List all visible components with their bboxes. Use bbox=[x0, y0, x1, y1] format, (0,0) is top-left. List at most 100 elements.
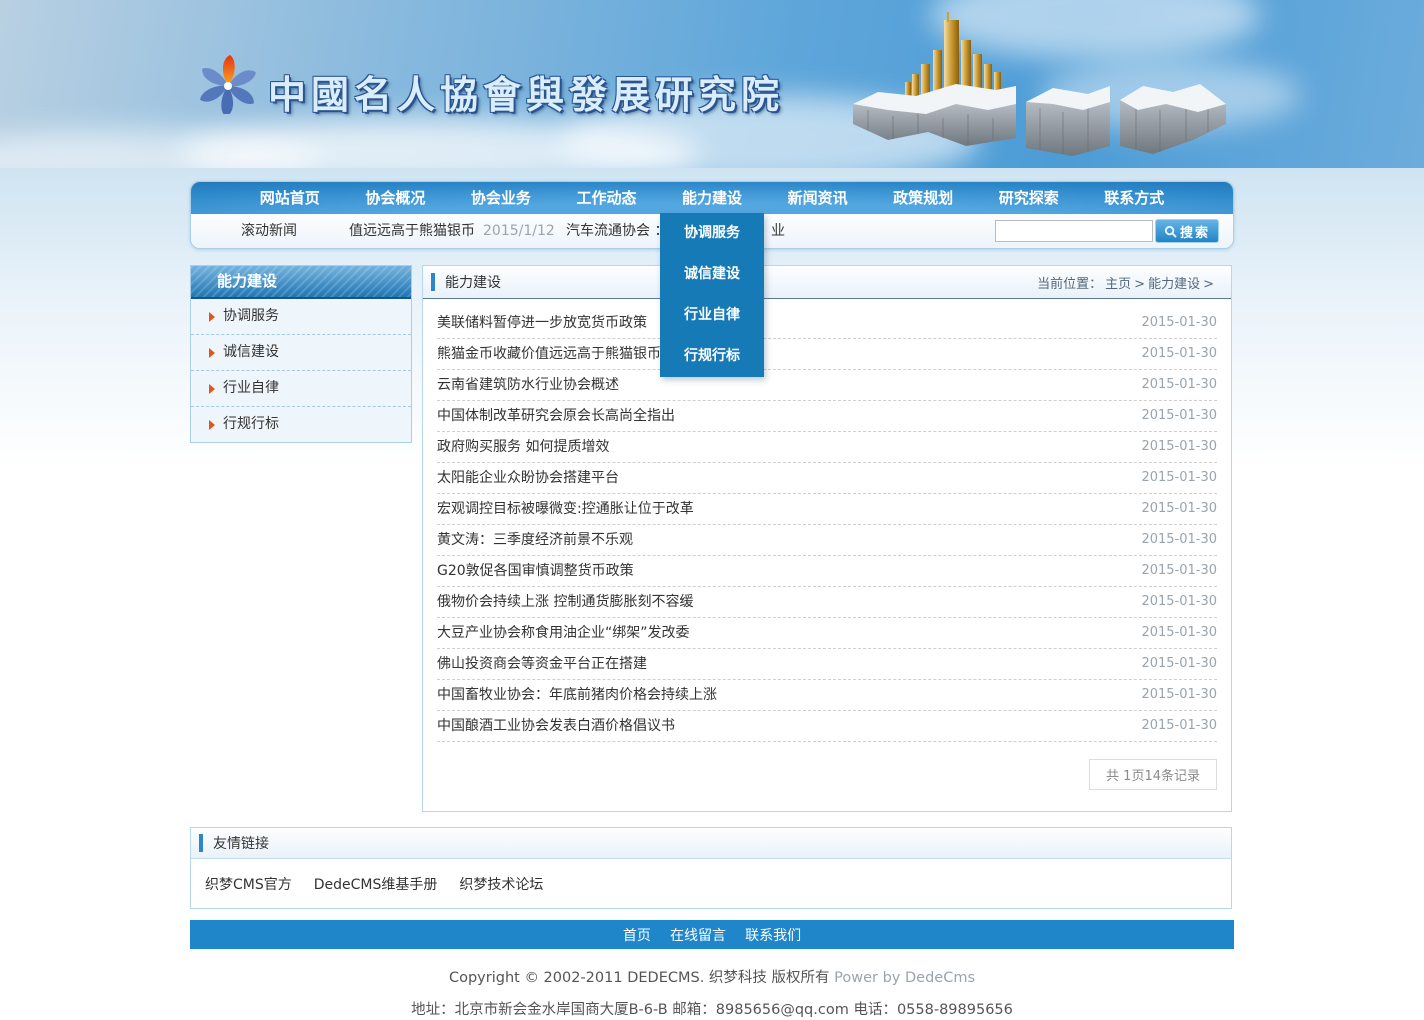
sidebar-menu-item[interactable]: 协调服务 bbox=[191, 299, 411, 335]
friend-link[interactable]: 织梦技术论坛 bbox=[459, 874, 543, 894]
article-link[interactable]: 云南省建筑防水行业协会概述 bbox=[437, 370, 619, 400]
nav-item[interactable]: 工作动态 bbox=[554, 182, 660, 214]
friend-links-header: 友情链接 bbox=[191, 828, 1231, 859]
nav-item[interactable]: 能力建设 bbox=[659, 182, 765, 214]
breadcrumb-label: 当前位置： bbox=[1037, 277, 1102, 292]
article-date: 2015-01-30 bbox=[1141, 308, 1217, 338]
article-link[interactable]: 美联储料暂停进一步放宽货币政策 bbox=[437, 308, 647, 338]
article-date: 2015-01-30 bbox=[1141, 432, 1217, 462]
friend-link[interactable]: 织梦CMS官方 bbox=[205, 874, 292, 894]
article-row: 宏观调控目标被曝微变:控通胀让位于改革 2015-01-30 bbox=[437, 494, 1217, 525]
article-date: 2015-01-30 bbox=[1141, 401, 1217, 431]
sidebar-menu-item-label: 协调服务 bbox=[223, 299, 279, 334]
article-date: 2015-01-30 bbox=[1141, 618, 1217, 648]
footer-nav-link[interactable]: 在线留言 bbox=[670, 928, 726, 944]
article-link[interactable]: 俄物价会持续上涨 控制通货膨胀刻不容缓 bbox=[437, 587, 693, 617]
dropdown-menu-item[interactable]: 行规行标 bbox=[660, 336, 764, 377]
sidebar-title: 能力建设 bbox=[191, 266, 411, 299]
article-date: 2015-01-30 bbox=[1141, 370, 1217, 400]
article-link[interactable]: 中国畜牧业协会：年底前猪肉价格会持续上涨 bbox=[437, 680, 717, 710]
dropdown-menu-item[interactable]: 行业自律 bbox=[660, 295, 764, 336]
search-button-label: 搜索 bbox=[1180, 222, 1210, 241]
copyright-text: Copyright © 2002-2011 DEDECMS. 织梦科技 版权所有 bbox=[449, 970, 830, 986]
nav-item[interactable]: 网站首页 bbox=[237, 182, 343, 214]
nav-item[interactable]: 研究探索 bbox=[976, 182, 1082, 214]
article-date: 2015-01-30 bbox=[1141, 339, 1217, 369]
article-date: 2015-01-30 bbox=[1141, 649, 1217, 679]
sidebar-menu-item[interactable]: 行规行标 bbox=[191, 407, 411, 442]
footer-nav-link[interactable]: 首页 bbox=[623, 928, 651, 944]
ticker-news-date-1: 2015/1/12 bbox=[483, 223, 555, 239]
article-row: 熊猫金币收藏价值远远高于熊猫银币 2015-01-30 bbox=[437, 339, 1217, 370]
main-panel: 能力建设 当前位置：主页>能力建设> 美联储料暂停进一步放宽货币政策 2015-… bbox=[422, 265, 1232, 812]
article-row: 中国酿酒工业协会发表白酒价格倡议书 2015-01-30 bbox=[437, 711, 1217, 742]
arrow-right-icon bbox=[209, 312, 215, 322]
article-date: 2015-01-30 bbox=[1141, 680, 1217, 710]
article-link[interactable]: 黄文涛：三季度经济前景不乐观 bbox=[437, 525, 633, 555]
pagination: 共 1页14条记录 bbox=[423, 759, 1217, 790]
article-link[interactable]: 佛山投资商会等资金平台正在搭建 bbox=[437, 649, 647, 679]
nav-item[interactable]: 协会概况 bbox=[343, 182, 449, 214]
address-line: 地址：北京市新会金水岸国商大厦B-6-B 邮箱：8985656@qq.com 电… bbox=[0, 998, 1424, 1019]
header-accent-bar bbox=[199, 834, 203, 852]
friend-links-row: 织梦CMS官方 DedeCMS维基手册 织梦技术论坛 bbox=[191, 859, 1231, 908]
section-title: 能力建设 bbox=[445, 272, 501, 292]
site-logo-pinwheel-icon bbox=[196, 50, 260, 114]
sidebar-menu-item[interactable]: 诚信建设 bbox=[191, 335, 411, 371]
footer-nav-link[interactable]: 联系我们 bbox=[745, 928, 801, 944]
article-row: 云南省建筑防水行业协会概述 2015-01-30 bbox=[437, 370, 1217, 401]
friend-links-panel: 友情链接 织梦CMS官方 DedeCMS维基手册 织梦技术论坛 bbox=[190, 827, 1232, 909]
article-link[interactable]: 熊猫金币收藏价值远远高于熊猫银币 bbox=[437, 339, 661, 369]
breadcrumb-current-link[interactable]: 能力建设 bbox=[1148, 277, 1200, 292]
breadcrumb-home-link[interactable]: 主页 bbox=[1105, 277, 1131, 292]
article-date: 2015-01-30 bbox=[1141, 494, 1217, 524]
pagination-summary: 共 1页14条记录 bbox=[1089, 759, 1217, 790]
article-row: 大豆产业协会称食用油企业“绑架”发改委 2015-01-30 bbox=[437, 618, 1217, 649]
main-panel-header: 能力建设 当前位置：主页>能力建设> bbox=[423, 266, 1231, 299]
article-row: 中国体制改革研究会原会长高尚全指出 2015-01-30 bbox=[437, 401, 1217, 432]
ticker-label: 滚动新闻 bbox=[241, 214, 297, 248]
article-link[interactable]: 大豆产业协会称食用油企业“绑架”发改委 bbox=[437, 618, 690, 648]
article-date: 2015-01-30 bbox=[1141, 556, 1217, 586]
nav-item[interactable]: 政策规划 bbox=[870, 182, 976, 214]
ticker-news-link-2[interactable]: 汽车流通协会 ： bbox=[566, 214, 668, 248]
search-box: 搜索 bbox=[995, 219, 1219, 243]
dropdown-menu-item[interactable]: 诚信建设 bbox=[660, 254, 764, 295]
friend-links-title: 友情链接 bbox=[213, 833, 269, 853]
article-link[interactable]: 宏观调控目标被曝微变:控通胀让位于改革 bbox=[437, 494, 694, 524]
article-row: 佛山投资商会等资金平台正在搭建 2015-01-30 bbox=[437, 649, 1217, 680]
article-link[interactable]: 中国体制改革研究会原会长高尚全指出 bbox=[437, 401, 675, 431]
article-link[interactable]: 太阳能企业众盼协会搭建平台 bbox=[437, 463, 619, 493]
article-date: 2015-01-30 bbox=[1141, 525, 1217, 555]
breadcrumb-separator: > bbox=[1134, 277, 1145, 292]
nav-dropdown-menu: 协调服务 诚信建设 行业自律 行规行标 bbox=[660, 213, 764, 377]
article-row: 中国畜牧业协会：年底前猪肉价格会持续上涨 2015-01-30 bbox=[437, 680, 1217, 711]
sidebar-menu-item-label: 诚信建设 bbox=[223, 335, 279, 370]
footer-nav-bar: 首页 在线留言 联系我们 bbox=[190, 920, 1234, 949]
search-button[interactable]: 搜索 bbox=[1155, 219, 1219, 243]
arrow-right-icon bbox=[209, 348, 215, 358]
sidebar-menu-item-label: 行规行标 bbox=[223, 407, 279, 442]
search-input[interactable] bbox=[995, 220, 1153, 242]
friend-link[interactable]: DedeCMS维基手册 bbox=[314, 874, 438, 894]
powered-by-text: Power by DedeCms bbox=[834, 970, 975, 986]
arrow-right-icon bbox=[209, 420, 215, 430]
nav-item[interactable]: 新闻资讯 bbox=[765, 182, 871, 214]
arrow-right-icon bbox=[209, 384, 215, 394]
article-link[interactable]: 中国酿酒工业协会发表白酒价格倡议书 bbox=[437, 711, 675, 741]
ticker-news-text-1: 值远远高于熊猫银币 bbox=[349, 223, 475, 239]
search-icon bbox=[1164, 225, 1177, 238]
nav-item[interactable]: 联系方式 bbox=[1082, 182, 1188, 214]
nav-item[interactable]: 协会业务 bbox=[448, 182, 554, 214]
article-link[interactable]: 政府购买服务 如何提质增效 bbox=[437, 432, 609, 462]
sidebar-menu-item[interactable]: 行业自律 bbox=[191, 371, 411, 407]
breadcrumb: 当前位置：主页>能力建设> bbox=[1034, 273, 1231, 292]
sidebar: 能力建设 协调服务 诚信建设 行业自律 行规行标 bbox=[190, 265, 412, 443]
ticker-news-link-1[interactable]: 值远远高于熊猫银币 2015/1/12 bbox=[349, 214, 555, 248]
world-map-3d-graphic bbox=[848, 6, 1238, 166]
ticker-news-text-tail: 业 bbox=[771, 214, 785, 248]
header-accent-bar bbox=[431, 273, 435, 291]
dropdown-menu-item[interactable]: 协调服务 bbox=[660, 213, 764, 254]
article-link[interactable]: G20敦促各国审慎调整货币政策 bbox=[437, 556, 634, 586]
sidebar-menu: 协调服务 诚信建设 行业自律 行规行标 bbox=[191, 299, 411, 442]
